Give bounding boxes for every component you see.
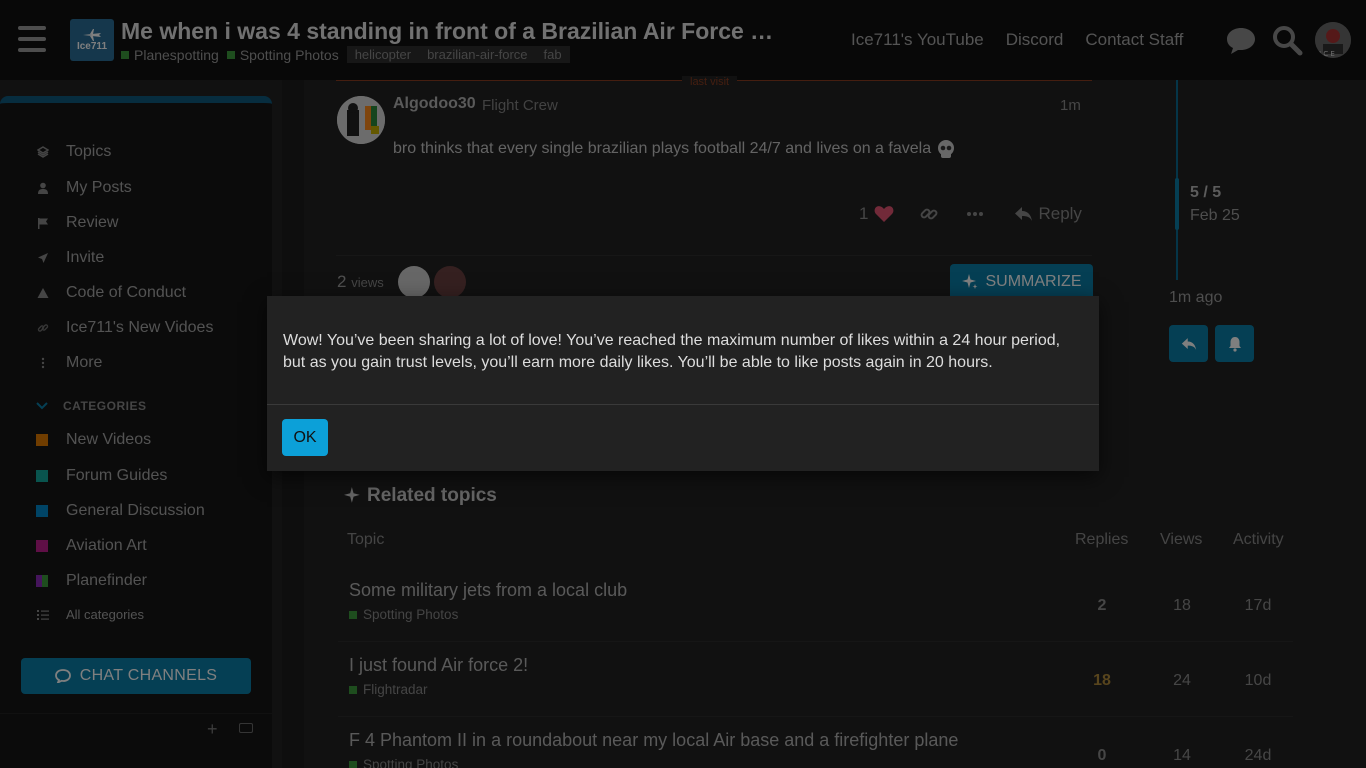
dialog-message: Wow! You’ve been sharing a lot of love! … — [283, 332, 1061, 371]
dialog-divider — [267, 404, 1099, 405]
ok-button[interactable]: OK — [282, 419, 328, 456]
like-limit-dialog: Wow! You’ve been sharing a lot of love! … — [267, 296, 1099, 471]
